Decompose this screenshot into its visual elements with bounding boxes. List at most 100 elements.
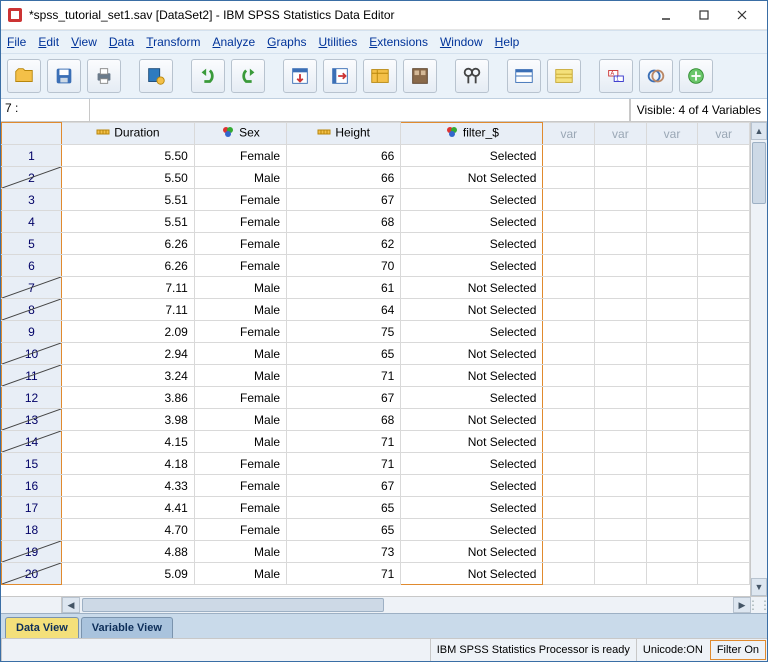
- cell-empty[interactable]: [698, 409, 750, 431]
- cell-height[interactable]: 65: [287, 343, 401, 365]
- cell-duration[interactable]: 4.41: [62, 497, 195, 519]
- cell-height[interactable]: 68: [287, 211, 401, 233]
- cell-empty[interactable]: [595, 211, 647, 233]
- cell-height[interactable]: 66: [287, 167, 401, 189]
- table-row[interactable]: 92.09Female75Selected: [2, 321, 750, 343]
- row-number[interactable]: 18: [2, 519, 62, 541]
- cell-empty[interactable]: [646, 277, 698, 299]
- horizontal-scrollbar[interactable]: ◀ ▶ ⋮⋮: [1, 596, 767, 613]
- row-number[interactable]: 3: [2, 189, 62, 211]
- cell-empty[interactable]: [543, 563, 595, 585]
- split-file-button[interactable]: [507, 59, 541, 93]
- cell-duration[interactable]: 2.09: [62, 321, 195, 343]
- cell-sex[interactable]: Female: [194, 189, 286, 211]
- cell-empty[interactable]: [543, 387, 595, 409]
- cell-sex[interactable]: Female: [194, 255, 286, 277]
- cell-empty[interactable]: [543, 409, 595, 431]
- cell-filter[interactable]: Not Selected: [401, 563, 543, 585]
- cell-duration[interactable]: 2.94: [62, 343, 195, 365]
- cell-duration[interactable]: 7.11: [62, 299, 195, 321]
- cell-sex[interactable]: Female: [194, 519, 286, 541]
- cell-empty[interactable]: [646, 541, 698, 563]
- cell-empty[interactable]: [543, 519, 595, 541]
- cell-duration[interactable]: 6.26: [62, 233, 195, 255]
- menu-utilities[interactable]: Utilities: [319, 35, 358, 49]
- row-number[interactable]: 19: [2, 541, 62, 563]
- menu-transform[interactable]: Transform: [146, 35, 200, 49]
- table-row[interactable]: 174.41Female65Selected: [2, 497, 750, 519]
- redo-button[interactable]: [231, 59, 265, 93]
- cell-duration[interactable]: 5.09: [62, 563, 195, 585]
- cell-sex[interactable]: Male: [194, 431, 286, 453]
- menu-window[interactable]: Window: [440, 35, 483, 49]
- column-header-empty-0[interactable]: var: [543, 123, 595, 145]
- cell-empty[interactable]: [698, 541, 750, 563]
- cell-reference[interactable]: 7 :: [1, 99, 90, 121]
- cell-filter[interactable]: Selected: [401, 497, 543, 519]
- cell-empty[interactable]: [595, 255, 647, 277]
- cell-empty[interactable]: [698, 211, 750, 233]
- cell-empty[interactable]: [595, 497, 647, 519]
- cell-empty[interactable]: [698, 299, 750, 321]
- cell-duration[interactable]: 4.18: [62, 453, 195, 475]
- cell-height[interactable]: 67: [287, 387, 401, 409]
- cell-sex[interactable]: Female: [194, 321, 286, 343]
- row-number[interactable]: 5: [2, 233, 62, 255]
- cell-empty[interactable]: [543, 343, 595, 365]
- cell-empty[interactable]: [595, 431, 647, 453]
- find-button[interactable]: [455, 59, 489, 93]
- cell-empty[interactable]: [543, 211, 595, 233]
- cell-empty[interactable]: [646, 255, 698, 277]
- cell-empty[interactable]: [698, 365, 750, 387]
- cell-sex[interactable]: Female: [194, 453, 286, 475]
- row-number[interactable]: 1: [2, 145, 62, 167]
- cell-duration[interactable]: 5.51: [62, 189, 195, 211]
- table-row[interactable]: 102.94Male65Not Selected: [2, 343, 750, 365]
- cell-sex[interactable]: Female: [194, 233, 286, 255]
- menu-graphs[interactable]: Graphs: [267, 35, 306, 49]
- menu-analyze[interactable]: Analyze: [212, 35, 255, 49]
- row-number[interactable]: 20: [2, 563, 62, 585]
- cell-empty[interactable]: [646, 145, 698, 167]
- cell-duration[interactable]: 7.11: [62, 277, 195, 299]
- data-grid[interactable]: DurationSexHeightfilter_$varvarvarvar15.…: [1, 122, 750, 596]
- cell-sex[interactable]: Male: [194, 409, 286, 431]
- cell-filter[interactable]: Selected: [401, 189, 543, 211]
- cell-height[interactable]: 65: [287, 519, 401, 541]
- cell-empty[interactable]: [698, 321, 750, 343]
- cell-empty[interactable]: [543, 233, 595, 255]
- cell-empty[interactable]: [595, 409, 647, 431]
- recall-dialog-button[interactable]: [139, 59, 173, 93]
- cell-edit-field[interactable]: [90, 99, 630, 121]
- table-row[interactable]: 56.26Female62Selected: [2, 233, 750, 255]
- menu-extensions[interactable]: Extensions: [369, 35, 428, 49]
- cell-empty[interactable]: [698, 343, 750, 365]
- cell-empty[interactable]: [543, 431, 595, 453]
- row-number[interactable]: 11: [2, 365, 62, 387]
- cell-sex[interactable]: Female: [194, 211, 286, 233]
- table-row[interactable]: 45.51Female68Selected: [2, 211, 750, 233]
- cell-sex[interactable]: Male: [194, 277, 286, 299]
- cell-empty[interactable]: [543, 145, 595, 167]
- cell-empty[interactable]: [595, 475, 647, 497]
- column-header-height[interactable]: Height: [287, 123, 401, 145]
- cell-height[interactable]: 73: [287, 541, 401, 563]
- cell-empty[interactable]: [543, 321, 595, 343]
- cell-empty[interactable]: [698, 475, 750, 497]
- cell-height[interactable]: 71: [287, 431, 401, 453]
- cell-height[interactable]: 67: [287, 475, 401, 497]
- print-button[interactable]: [87, 59, 121, 93]
- row-number[interactable]: 8: [2, 299, 62, 321]
- cell-empty[interactable]: [698, 497, 750, 519]
- vscroll-thumb[interactable]: [752, 142, 766, 204]
- table-row[interactable]: 113.24Male71Not Selected: [2, 365, 750, 387]
- cell-sex[interactable]: Male: [194, 343, 286, 365]
- cell-empty[interactable]: [698, 145, 750, 167]
- table-row[interactable]: 15.50Female66Selected: [2, 145, 750, 167]
- cell-empty[interactable]: [543, 299, 595, 321]
- cell-empty[interactable]: [595, 189, 647, 211]
- table-row[interactable]: 66.26Female70Selected: [2, 255, 750, 277]
- table-row[interactable]: 87.11Male64Not Selected: [2, 299, 750, 321]
- save-button[interactable]: [47, 59, 81, 93]
- table-row[interactable]: 133.98Male68Not Selected: [2, 409, 750, 431]
